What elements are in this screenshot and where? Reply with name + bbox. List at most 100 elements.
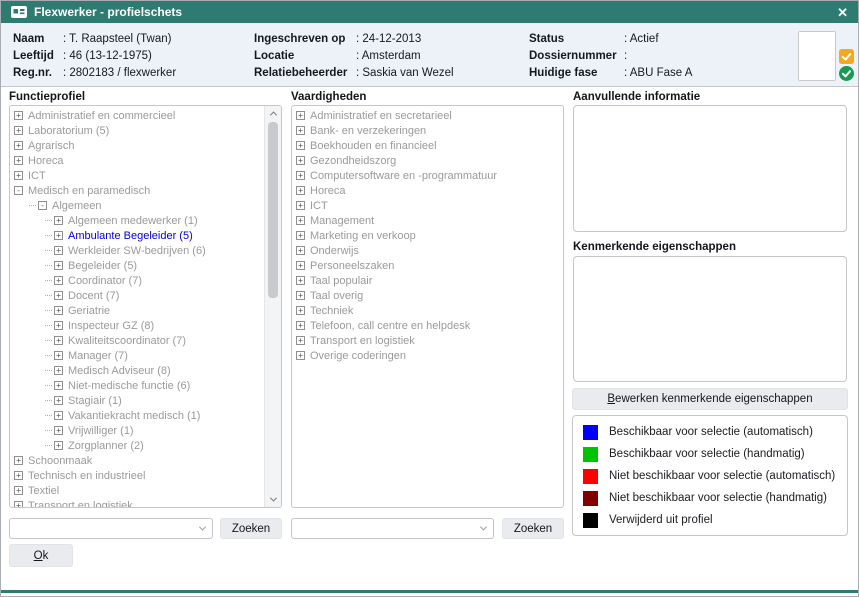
- tree-expand-icon[interactable]: +: [14, 456, 23, 465]
- tree-item[interactable]: + Gezondheidszorg: [292, 153, 563, 168]
- tree-item[interactable]: - Algemeen: [10, 198, 263, 213]
- tree-expand-icon[interactable]: +: [296, 141, 305, 150]
- tree-expand-icon[interactable]: +: [296, 306, 305, 315]
- tree-item-label[interactable]: Schoonmaak: [28, 455, 92, 467]
- tree-item-label[interactable]: Boekhouden en financieel: [310, 140, 437, 152]
- tree-expand-icon[interactable]: +: [54, 336, 63, 345]
- tree-expand-icon[interactable]: +: [54, 351, 63, 360]
- tree-item-label[interactable]: Medisch en paramedisch: [28, 185, 150, 197]
- tree-item-label[interactable]: Geriatrie: [68, 305, 110, 317]
- tree-item[interactable]: + Laboratorium (5): [10, 123, 263, 138]
- tree-item[interactable]: + Zorgplanner (2): [10, 438, 263, 453]
- tree-expand-icon[interactable]: +: [14, 156, 23, 165]
- tree-item-label[interactable]: Onderwijs: [310, 245, 359, 257]
- tree-item-label[interactable]: Werkleider SW-bedrijven (6): [68, 245, 206, 257]
- tree-item-label[interactable]: Administratief en commercieel: [28, 110, 175, 122]
- tree-expand-icon[interactable]: +: [296, 261, 305, 270]
- tree-expand-icon[interactable]: +: [54, 216, 63, 225]
- tree-item-label[interactable]: Vrijwilliger (1): [68, 425, 134, 437]
- tree-item-label[interactable]: Bank- en verzekeringen: [310, 125, 426, 137]
- functieprofiel-zoeken-button[interactable]: Zoeken: [220, 518, 282, 539]
- tree-expand-icon[interactable]: +: [296, 351, 305, 360]
- tree-item-label[interactable]: Computersoftware en -programmatuur: [310, 170, 497, 182]
- tree-item-label[interactable]: Telefoon, call centre en helpdesk: [310, 320, 470, 332]
- tree-item[interactable]: + Vrijwilliger (1): [10, 423, 263, 438]
- tree-item-label[interactable]: Agrarisch: [28, 140, 74, 152]
- tree-item-label[interactable]: Niet-medische functie (6): [68, 380, 190, 392]
- tree-item[interactable]: + Stagiair (1): [10, 393, 263, 408]
- tree-item-label[interactable]: Personeelszaken: [310, 260, 394, 272]
- tree-expand-icon[interactable]: +: [54, 306, 63, 315]
- tree-item-label[interactable]: Inspecteur GZ (8): [68, 320, 154, 332]
- tree-item[interactable]: + Ambulante Begeleider (5): [10, 228, 263, 243]
- tree-item[interactable]: + Agrarisch: [10, 138, 263, 153]
- tree-item[interactable]: + Werkleider SW-bedrijven (6): [10, 243, 263, 258]
- tree-item[interactable]: + Techniek: [292, 303, 563, 318]
- tree-expand-icon[interactable]: +: [54, 396, 63, 405]
- tree-item[interactable]: + Taal populair: [292, 273, 563, 288]
- tree-item[interactable]: - Medisch en paramedisch: [10, 183, 263, 198]
- tree-item[interactable]: + ICT: [10, 168, 263, 183]
- tree-expand-icon[interactable]: +: [14, 501, 23, 508]
- tree-item-label[interactable]: Overige coderingen: [310, 350, 406, 362]
- functieprofiel-search-combobox[interactable]: [9, 518, 213, 539]
- tree-item-label[interactable]: Taal overig: [310, 290, 363, 302]
- tree-expand-icon[interactable]: +: [296, 321, 305, 330]
- tree-item-label[interactable]: Gezondheidszorg: [310, 155, 396, 167]
- tree-expand-icon[interactable]: -: [38, 201, 47, 210]
- functieprofiel-tree[interactable]: + Administratief en commercieel + Labora…: [9, 105, 282, 508]
- bewerken-kenmerkende-eigenschappen-button[interactable]: Bewerken kenmerkende eigenschappen: [572, 388, 848, 410]
- tree-expand-icon[interactable]: +: [296, 291, 305, 300]
- tree-expand-icon[interactable]: +: [296, 156, 305, 165]
- tree-item[interactable]: + Telefoon, call centre en helpdesk: [292, 318, 563, 333]
- tree-item[interactable]: + Technisch en industrieel: [10, 468, 263, 483]
- tree-expand-icon[interactable]: +: [296, 126, 305, 135]
- tree-expand-icon[interactable]: +: [296, 201, 305, 210]
- tree-item-label[interactable]: ICT: [310, 200, 328, 212]
- tree-expand-icon[interactable]: +: [14, 141, 23, 150]
- tree-item[interactable]: + Textiel: [10, 483, 263, 498]
- tree-expand-icon[interactable]: +: [296, 216, 305, 225]
- tree-item[interactable]: + Overige coderingen: [292, 348, 563, 363]
- tree-expand-icon[interactable]: +: [14, 126, 23, 135]
- vaardigheden-tree[interactable]: + Administratief en secretarieel + Bank-…: [291, 105, 564, 508]
- tree-item[interactable]: + Niet-medische functie (6): [10, 378, 263, 393]
- tree-expand-icon[interactable]: +: [14, 471, 23, 480]
- scrollbar-thumb[interactable]: [268, 122, 278, 298]
- tree-item[interactable]: + Docent (7): [10, 288, 263, 303]
- tree-item-label[interactable]: Management: [310, 215, 374, 227]
- tree-item-label[interactable]: Techniek: [310, 305, 353, 317]
- tree-item[interactable]: + Algemeen medewerker (1): [10, 213, 263, 228]
- tree-expand-icon[interactable]: +: [54, 231, 63, 240]
- tree-item-label[interactable]: Taal populair: [310, 275, 372, 287]
- tree-item-label[interactable]: Zorgplanner (2): [68, 440, 144, 452]
- tree-item[interactable]: + Taal overig: [292, 288, 563, 303]
- tree-item[interactable]: + Administratief en commercieel: [10, 108, 263, 123]
- scrollbar-down-icon[interactable]: [265, 492, 281, 507]
- tree-item-label[interactable]: Horeca: [310, 185, 345, 197]
- tree-expand-icon[interactable]: +: [296, 171, 305, 180]
- tree-item[interactable]: + Administratief en secretarieel: [292, 108, 563, 123]
- tree-item[interactable]: + Begeleider (5): [10, 258, 263, 273]
- tree-item[interactable]: + Computersoftware en -programmatuur: [292, 168, 563, 183]
- tree-item-label[interactable]: Transport en logistiek: [28, 500, 133, 509]
- tree-item-label[interactable]: Ambulante Begeleider (5): [68, 230, 193, 242]
- tree-expand-icon[interactable]: -: [14, 186, 23, 195]
- tree-expand-icon[interactable]: +: [54, 291, 63, 300]
- tree-expand-icon[interactable]: +: [296, 111, 305, 120]
- vertical-scrollbar[interactable]: [264, 106, 281, 507]
- tree-item[interactable]: + Transport en logistiek: [292, 333, 563, 348]
- scrollbar-up-icon[interactable]: [265, 106, 281, 121]
- tree-expand-icon[interactable]: +: [54, 426, 63, 435]
- tree-item-label[interactable]: ICT: [28, 170, 46, 182]
- tree-item-label[interactable]: Medisch Adviseur (8): [68, 365, 171, 377]
- tree-item[interactable]: + Horeca: [292, 183, 563, 198]
- aanvullende-informatie-textarea[interactable]: [573, 105, 847, 232]
- tree-expand-icon[interactable]: +: [54, 276, 63, 285]
- tree-item[interactable]: + Onderwijs: [292, 243, 563, 258]
- tree-expand-icon[interactable]: +: [14, 111, 23, 120]
- tree-item-label[interactable]: Horeca: [28, 155, 63, 167]
- tree-item[interactable]: + Kwaliteitscoordinator (7): [10, 333, 263, 348]
- tree-expand-icon[interactable]: +: [14, 171, 23, 180]
- tree-item-label[interactable]: Vakantiekracht medisch (1): [68, 410, 200, 422]
